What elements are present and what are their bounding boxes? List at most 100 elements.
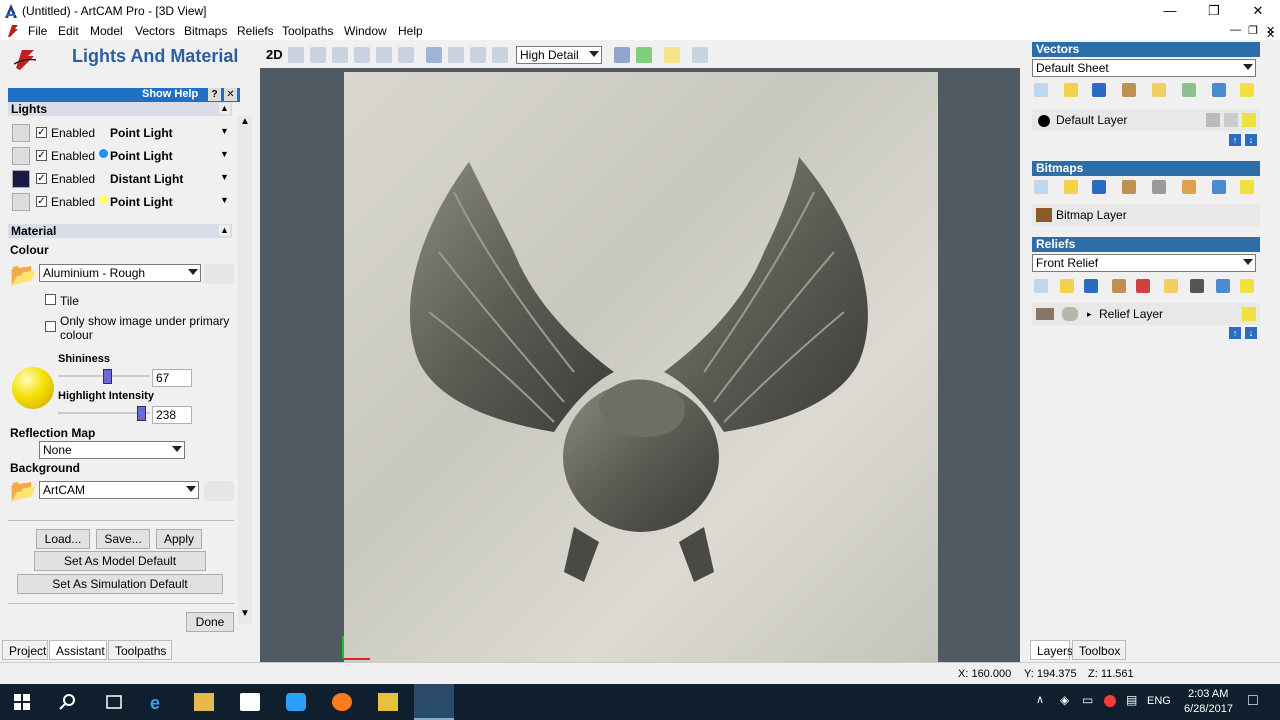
open-folder-icon[interactable]: 📂 xyxy=(10,262,38,288)
tab-toolbox[interactable]: Toolbox xyxy=(1072,640,1126,660)
set-model-default-button[interactable]: Set As Model Default xyxy=(34,551,206,571)
lights-icon[interactable] xyxy=(664,47,680,63)
copy-bitmap-icon[interactable] xyxy=(1122,180,1136,194)
file-explorer-icon[interactable] xyxy=(194,693,214,711)
show-help-link[interactable]: Show Help xyxy=(142,88,198,100)
done-button[interactable]: Done xyxy=(186,612,234,632)
antivirus-icon[interactable] xyxy=(1104,695,1116,707)
vector-layer-row[interactable]: Default Layer xyxy=(1032,109,1260,131)
front-view-icon[interactable] xyxy=(448,47,464,63)
side-view-icon[interactable] xyxy=(470,47,486,63)
delete-layer-icon[interactable] xyxy=(1212,83,1226,97)
pan-icon[interactable] xyxy=(288,47,304,63)
light-enabled-checkbox[interactable]: ✓ xyxy=(36,127,47,138)
copy-layer-icon[interactable] xyxy=(1122,83,1136,97)
firefox-icon[interactable] xyxy=(332,693,352,711)
move-up-icon[interactable]: ↑ xyxy=(1229,134,1241,146)
light-enabled-checkbox[interactable]: ✓ xyxy=(36,150,47,161)
tab-project[interactable]: Project xyxy=(2,640,48,660)
minimize-button[interactable]: — xyxy=(1148,0,1192,22)
open-relief-icon[interactable] xyxy=(1060,279,1074,293)
edit-icon[interactable] xyxy=(1224,113,1238,127)
teamviewer-icon[interactable] xyxy=(286,693,306,711)
bulb-icon[interactable] xyxy=(1242,113,1256,127)
search-icon[interactable] xyxy=(58,693,78,711)
highlight-slider-handle[interactable] xyxy=(137,406,146,421)
mdi-minimize-button[interactable]: — xyxy=(1230,24,1241,36)
open-layer-icon[interactable] xyxy=(1064,83,1078,97)
new-bitmap-icon[interactable] xyxy=(1034,180,1048,194)
combine-relief-icon[interactable] xyxy=(1136,279,1150,293)
distant-light-icon[interactable] xyxy=(12,170,30,188)
save-background-icon[interactable] xyxy=(204,481,234,501)
lock-icon[interactable] xyxy=(1206,113,1220,127)
background-select[interactable]: ArtCAM xyxy=(39,481,199,499)
bitmap-settings-icon[interactable] xyxy=(1152,180,1166,194)
restore-button[interactable]: ❐ xyxy=(1192,0,1236,22)
save-material-icon[interactable] xyxy=(204,264,234,284)
light-bulb-icon[interactable] xyxy=(12,193,30,211)
notification-icon[interactable]: □ xyxy=(1248,692,1258,710)
battery-icon[interactable]: ▭ xyxy=(1082,693,1093,707)
relief-mode-icon[interactable] xyxy=(1062,307,1078,321)
save-layer-icon[interactable] xyxy=(1092,83,1106,97)
language-indicator[interactable]: ENG xyxy=(1147,695,1171,707)
move-down-icon[interactable]: ↓ xyxy=(1245,327,1257,339)
menu-vectors[interactable]: Vectors xyxy=(135,24,175,38)
close-button[interactable]: ✕ xyxy=(1236,0,1280,22)
open-bitmap-icon[interactable] xyxy=(1064,180,1078,194)
menu-toolpaths[interactable]: Toolpaths xyxy=(282,24,333,38)
material-section-header[interactable]: Material ▲ xyxy=(8,224,232,238)
set-simulation-default-button[interactable]: Set As Simulation Default xyxy=(17,574,223,594)
collapse-lights-icon[interactable]: ▲ xyxy=(219,103,230,114)
shininess-input[interactable]: 67 xyxy=(152,369,192,387)
network-icon[interactable]: ◈ xyxy=(1060,693,1069,707)
apply-button[interactable]: Apply xyxy=(156,529,202,549)
edge-browser-icon[interactable]: e xyxy=(150,693,170,713)
document-icon[interactable] xyxy=(6,23,20,39)
relief-settings-icon[interactable] xyxy=(1190,279,1204,293)
2d-view-button[interactable]: 2D xyxy=(266,47,283,62)
shininess-slider-handle[interactable] xyxy=(103,369,112,384)
tab-layers[interactable]: Layers xyxy=(1030,640,1073,660)
move-icon[interactable] xyxy=(310,47,326,63)
draw-relief-icon[interactable] xyxy=(614,47,630,63)
clock-date[interactable]: 6/28/2017 xyxy=(1184,703,1233,715)
menu-model[interactable]: Model xyxy=(90,24,123,38)
open-folder-icon[interactable]: 📂 xyxy=(10,478,38,504)
reflection-select[interactable]: None xyxy=(39,441,185,459)
light-bulb-icon[interactable] xyxy=(12,124,30,142)
relief-layer-row[interactable]: ▸ Relief Layer xyxy=(1032,303,1260,325)
visibility-icon[interactable] xyxy=(1240,83,1254,97)
scroll-down-icon[interactable]: ▼ xyxy=(240,608,250,619)
top-view-icon[interactable] xyxy=(492,47,508,63)
move-down-icon[interactable]: ↓ xyxy=(1245,134,1257,146)
new-layer-icon[interactable] xyxy=(1034,83,1048,97)
save-relief-icon[interactable] xyxy=(1084,279,1098,293)
menu-edit[interactable]: Edit xyxy=(58,24,79,38)
visibility-icon[interactable] xyxy=(1240,279,1254,293)
zoom-box-icon[interactable] xyxy=(398,47,414,63)
collapse-material-icon[interactable]: ▲ xyxy=(219,225,230,236)
close-right-panel-icon[interactable]: ✕ xyxy=(1266,28,1275,41)
new-relief-icon[interactable] xyxy=(1034,279,1048,293)
tile-checkbox[interactable] xyxy=(45,294,56,305)
light-dropdown-icon[interactable]: ▼ xyxy=(220,172,229,182)
artcam-taskbar-icon[interactable] xyxy=(414,684,454,720)
relief-canvas[interactable] xyxy=(344,72,938,662)
menu-help[interactable]: Help xyxy=(398,24,423,38)
delete-bitmap-icon[interactable] xyxy=(1212,180,1226,194)
visibility-icon[interactable] xyxy=(1240,180,1254,194)
bulb-icon[interactable] xyxy=(1242,307,1256,321)
detail-select[interactable]: High Detail xyxy=(516,46,602,64)
task-view-icon[interactable] xyxy=(104,693,124,711)
clock-time[interactable]: 2:03 AM xyxy=(1188,688,1228,700)
highlight-input[interactable]: 238 xyxy=(152,406,192,424)
light-dropdown-icon[interactable]: ▼ xyxy=(220,126,229,136)
menu-file[interactable]: File xyxy=(28,24,47,38)
close-help-icon[interactable]: ✕ xyxy=(224,88,237,101)
tab-toolpaths[interactable]: Toolpaths xyxy=(108,640,172,660)
windows-start-icon[interactable] xyxy=(14,694,30,710)
copy-relief-icon[interactable] xyxy=(1112,279,1126,293)
mdi-restore-button[interactable]: ❐ xyxy=(1248,24,1258,37)
